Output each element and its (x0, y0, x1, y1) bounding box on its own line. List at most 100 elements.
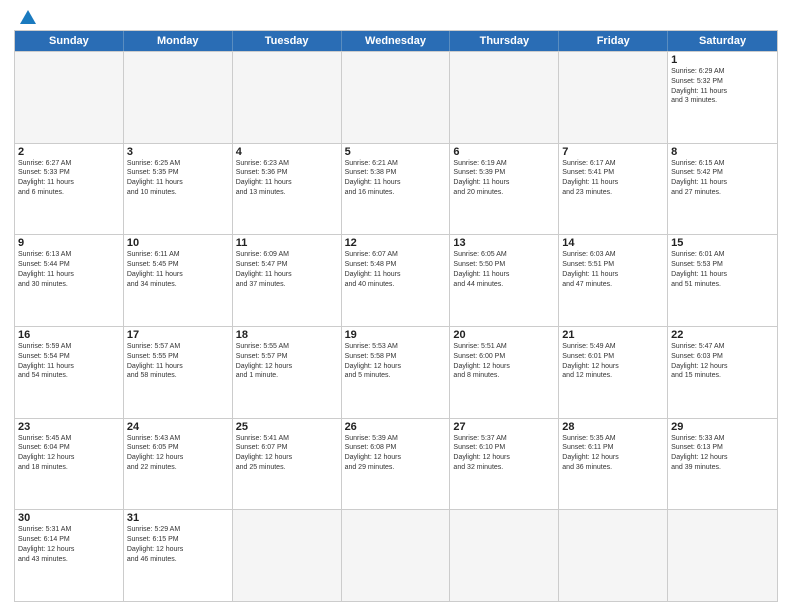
calendar-cell (668, 510, 777, 601)
calendar-cell: 15Sunrise: 6:01 AM Sunset: 5:53 PM Dayli… (668, 235, 777, 326)
calendar-cell: 11Sunrise: 6:09 AM Sunset: 5:47 PM Dayli… (233, 235, 342, 326)
calendar-cell (124, 52, 233, 143)
cell-info: Sunrise: 5:35 AM Sunset: 6:11 PM Dayligh… (562, 434, 664, 473)
cell-info: Sunrise: 6:05 AM Sunset: 5:50 PM Dayligh… (453, 250, 555, 289)
cell-info: Sunrise: 5:49 AM Sunset: 6:01 PM Dayligh… (562, 342, 664, 381)
calendar-cell: 27Sunrise: 5:37 AM Sunset: 6:10 PM Dayli… (450, 419, 559, 510)
weekday-header: Monday (124, 31, 233, 51)
day-number: 17 (127, 329, 229, 341)
cell-info: Sunrise: 6:09 AM Sunset: 5:47 PM Dayligh… (236, 250, 338, 289)
day-number: 18 (236, 329, 338, 341)
day-number: 7 (562, 146, 664, 158)
cell-info: Sunrise: 6:15 AM Sunset: 5:42 PM Dayligh… (671, 159, 774, 198)
day-number: 5 (345, 146, 447, 158)
calendar-body: 1Sunrise: 6:29 AM Sunset: 5:32 PM Daylig… (15, 51, 777, 601)
day-number: 14 (562, 237, 664, 249)
cell-info: Sunrise: 6:23 AM Sunset: 5:36 PM Dayligh… (236, 159, 338, 198)
day-number: 1 (671, 54, 774, 66)
cell-info: Sunrise: 5:55 AM Sunset: 5:57 PM Dayligh… (236, 342, 338, 381)
calendar-cell: 16Sunrise: 5:59 AM Sunset: 5:54 PM Dayli… (15, 327, 124, 418)
calendar-cell (342, 52, 451, 143)
cell-info: Sunrise: 6:13 AM Sunset: 5:44 PM Dayligh… (18, 250, 120, 289)
cell-info: Sunrise: 6:29 AM Sunset: 5:32 PM Dayligh… (671, 67, 774, 106)
cell-info: Sunrise: 5:51 AM Sunset: 6:00 PM Dayligh… (453, 342, 555, 381)
weekday-header: Saturday (668, 31, 777, 51)
calendar-cell: 24Sunrise: 5:43 AM Sunset: 6:05 PM Dayli… (124, 419, 233, 510)
calendar-row: 16Sunrise: 5:59 AM Sunset: 5:54 PM Dayli… (15, 326, 777, 418)
cell-info: Sunrise: 5:29 AM Sunset: 6:15 PM Dayligh… (127, 525, 229, 564)
calendar-cell: 25Sunrise: 5:41 AM Sunset: 6:07 PM Dayli… (233, 419, 342, 510)
day-number: 20 (453, 329, 555, 341)
cell-info: Sunrise: 6:03 AM Sunset: 5:51 PM Dayligh… (562, 250, 664, 289)
calendar-cell (450, 510, 559, 601)
calendar-cell (450, 52, 559, 143)
calendar-cell (559, 510, 668, 601)
calendar-row: 9Sunrise: 6:13 AM Sunset: 5:44 PM Daylig… (15, 234, 777, 326)
day-number: 21 (562, 329, 664, 341)
day-number: 26 (345, 421, 447, 433)
cell-info: Sunrise: 5:53 AM Sunset: 5:58 PM Dayligh… (345, 342, 447, 381)
calendar-cell: 28Sunrise: 5:35 AM Sunset: 6:11 PM Dayli… (559, 419, 668, 510)
cell-info: Sunrise: 6:11 AM Sunset: 5:45 PM Dayligh… (127, 250, 229, 289)
calendar-cell: 3Sunrise: 6:25 AM Sunset: 5:35 PM Daylig… (124, 144, 233, 235)
day-number: 2 (18, 146, 120, 158)
calendar-cell: 2Sunrise: 6:27 AM Sunset: 5:33 PM Daylig… (15, 144, 124, 235)
day-number: 22 (671, 329, 774, 341)
calendar: SundayMondayTuesdayWednesdayThursdayFrid… (14, 30, 778, 602)
cell-info: Sunrise: 5:41 AM Sunset: 6:07 PM Dayligh… (236, 434, 338, 473)
page: SundayMondayTuesdayWednesdayThursdayFrid… (0, 0, 792, 612)
cell-info: Sunrise: 5:31 AM Sunset: 6:14 PM Dayligh… (18, 525, 120, 564)
weekday-header: Wednesday (342, 31, 451, 51)
calendar-cell: 29Sunrise: 5:33 AM Sunset: 6:13 PM Dayli… (668, 419, 777, 510)
cell-info: Sunrise: 5:33 AM Sunset: 6:13 PM Dayligh… (671, 434, 774, 473)
header (14, 12, 778, 24)
cell-info: Sunrise: 5:39 AM Sunset: 6:08 PM Dayligh… (345, 434, 447, 473)
weekday-header: Friday (559, 31, 668, 51)
calendar-cell: 8Sunrise: 6:15 AM Sunset: 5:42 PM Daylig… (668, 144, 777, 235)
calendar-cell: 1Sunrise: 6:29 AM Sunset: 5:32 PM Daylig… (668, 52, 777, 143)
day-number: 19 (345, 329, 447, 341)
day-number: 3 (127, 146, 229, 158)
calendar-row: 23Sunrise: 5:45 AM Sunset: 6:04 PM Dayli… (15, 418, 777, 510)
calendar-cell: 26Sunrise: 5:39 AM Sunset: 6:08 PM Dayli… (342, 419, 451, 510)
day-number: 9 (18, 237, 120, 249)
cell-info: Sunrise: 5:59 AM Sunset: 5:54 PM Dayligh… (18, 342, 120, 381)
day-number: 12 (345, 237, 447, 249)
calendar-cell: 20Sunrise: 5:51 AM Sunset: 6:00 PM Dayli… (450, 327, 559, 418)
cell-info: Sunrise: 6:07 AM Sunset: 5:48 PM Dayligh… (345, 250, 447, 289)
calendar-cell: 9Sunrise: 6:13 AM Sunset: 5:44 PM Daylig… (15, 235, 124, 326)
weekday-header: Sunday (15, 31, 124, 51)
cell-info: Sunrise: 6:19 AM Sunset: 5:39 PM Dayligh… (453, 159, 555, 198)
day-number: 28 (562, 421, 664, 433)
cell-info: Sunrise: 5:47 AM Sunset: 6:03 PM Dayligh… (671, 342, 774, 381)
day-number: 10 (127, 237, 229, 249)
calendar-row: 2Sunrise: 6:27 AM Sunset: 5:33 PM Daylig… (15, 143, 777, 235)
calendar-cell: 30Sunrise: 5:31 AM Sunset: 6:14 PM Dayli… (15, 510, 124, 601)
calendar-cell (233, 52, 342, 143)
cell-info: Sunrise: 5:37 AM Sunset: 6:10 PM Dayligh… (453, 434, 555, 473)
day-number: 23 (18, 421, 120, 433)
cell-info: Sunrise: 6:25 AM Sunset: 5:35 PM Dayligh… (127, 159, 229, 198)
cell-info: Sunrise: 6:01 AM Sunset: 5:53 PM Dayligh… (671, 250, 774, 289)
calendar-cell (559, 52, 668, 143)
calendar-cell (342, 510, 451, 601)
calendar-cell: 22Sunrise: 5:47 AM Sunset: 6:03 PM Dayli… (668, 327, 777, 418)
day-number: 25 (236, 421, 338, 433)
cell-info: Sunrise: 6:27 AM Sunset: 5:33 PM Dayligh… (18, 159, 120, 198)
calendar-row: 30Sunrise: 5:31 AM Sunset: 6:14 PM Dayli… (15, 509, 777, 601)
calendar-cell (15, 52, 124, 143)
cell-info: Sunrise: 5:57 AM Sunset: 5:55 PM Dayligh… (127, 342, 229, 381)
day-number: 8 (671, 146, 774, 158)
calendar-cell: 17Sunrise: 5:57 AM Sunset: 5:55 PM Dayli… (124, 327, 233, 418)
calendar-cell: 31Sunrise: 5:29 AM Sunset: 6:15 PM Dayli… (124, 510, 233, 601)
calendar-cell (233, 510, 342, 601)
day-number: 31 (127, 512, 229, 524)
day-number: 13 (453, 237, 555, 249)
day-number: 24 (127, 421, 229, 433)
weekday-header: Thursday (450, 31, 559, 51)
cell-info: Sunrise: 6:21 AM Sunset: 5:38 PM Dayligh… (345, 159, 447, 198)
calendar-cell: 7Sunrise: 6:17 AM Sunset: 5:41 PM Daylig… (559, 144, 668, 235)
calendar-cell: 18Sunrise: 5:55 AM Sunset: 5:57 PM Dayli… (233, 327, 342, 418)
calendar-cell: 4Sunrise: 6:23 AM Sunset: 5:36 PM Daylig… (233, 144, 342, 235)
logo-triangle-icon (20, 10, 36, 24)
